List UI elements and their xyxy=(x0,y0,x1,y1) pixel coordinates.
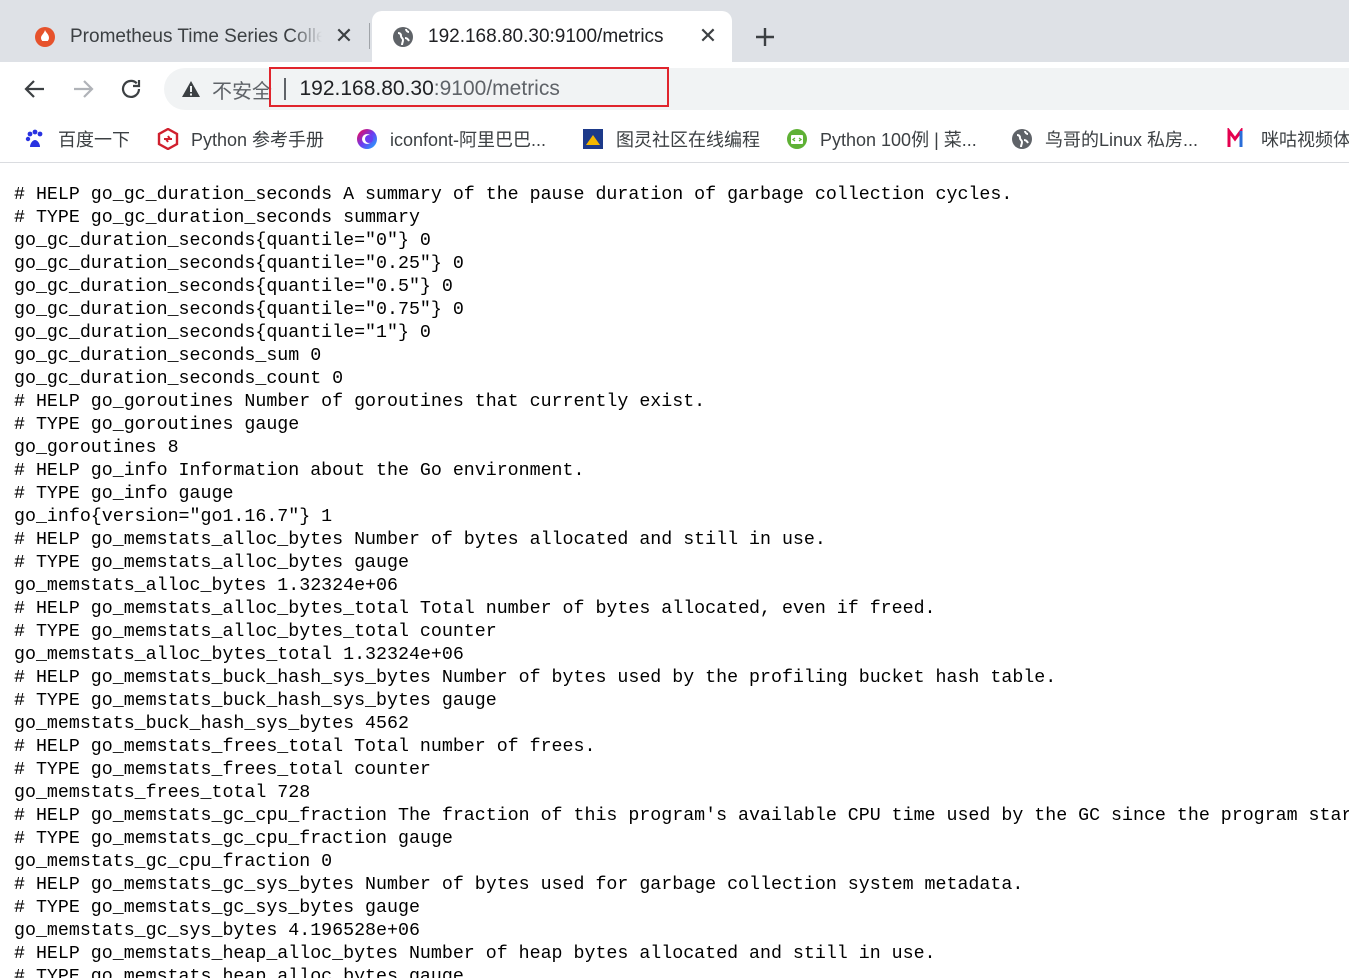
metrics-line: # HELP go_memstats_gc_sys_bytes Number o… xyxy=(14,875,1024,895)
reload-icon xyxy=(121,79,141,98)
metrics-line: go_gc_duration_seconds{quantile="0.25"} … xyxy=(14,254,464,274)
metrics-line: # HELP go_memstats_frees_total Total num… xyxy=(14,737,596,757)
metrics-line: # TYPE go_memstats_frees_total counter xyxy=(14,760,431,780)
bookmark-label: 百度一下 xyxy=(58,130,130,150)
toolbar: 不安全 192.168.80.30:9100/metrics xyxy=(0,62,1349,116)
metrics-line: go_gc_duration_seconds{quantile="0.75"} … xyxy=(14,300,464,320)
metrics-line: # HELP go_memstats_heap_alloc_bytes Numb… xyxy=(14,944,936,964)
url-highlight-annotation xyxy=(269,67,669,107)
metrics-line: # HELP go_memstats_gc_cpu_fraction The f… xyxy=(14,806,1349,826)
warning-triangle-icon[interactable] xyxy=(180,78,202,100)
metrics-text: # HELP go_gc_duration_seconds A summary … xyxy=(14,184,1349,978)
new-tab-button[interactable] xyxy=(748,20,782,54)
prometheus-icon xyxy=(34,26,56,48)
python-doc-icon xyxy=(157,128,179,150)
forward-button[interactable] xyxy=(66,72,100,106)
metrics-line: # TYPE go_memstats_heap_alloc_bytes gaug… xyxy=(14,967,464,978)
runoob-icon xyxy=(786,128,808,150)
metrics-line: # TYPE go_memstats_gc_cpu_fraction gauge xyxy=(14,829,453,849)
metrics-line: # HELP go_info Information about the Go … xyxy=(14,461,585,481)
metrics-line: go_memstats_alloc_bytes 1.32324e+06 xyxy=(14,576,398,596)
back-arrow-icon xyxy=(24,80,44,98)
turing-icon xyxy=(582,128,604,150)
metrics-line: go_memstats_alloc_bytes_total 1.32324e+0… xyxy=(14,645,464,665)
metrics-line: go_gc_duration_seconds{quantile="1"} 0 xyxy=(14,323,431,343)
bookmark-label: iconfont-阿里巴巴... xyxy=(390,130,547,150)
bookmark-turing[interactable]: 图灵社区在线编程 xyxy=(582,124,760,154)
bookmark-label: Python 参考手册 xyxy=(191,130,325,150)
bookmark-label: 图灵社区在线编程 xyxy=(616,130,760,150)
bookmark-label: Python 100例 | 菜... xyxy=(820,130,977,150)
tab-title: Prometheus Time Series Collec xyxy=(70,25,322,47)
baidu-paw-icon xyxy=(24,128,46,150)
metrics-line: # HELP go_memstats_alloc_bytes Number of… xyxy=(14,530,826,550)
metrics-line: go_memstats_gc_cpu_fraction 0 xyxy=(14,852,333,872)
metrics-line: go_gc_duration_seconds_count 0 xyxy=(14,369,344,389)
metrics-line: # HELP go_memstats_alloc_bytes_total Tot… xyxy=(14,599,936,619)
metrics-line: # TYPE go_info gauge xyxy=(14,484,234,504)
migu-icon xyxy=(1227,128,1249,150)
globe-icon xyxy=(392,26,414,48)
tab-prometheus[interactable]: Prometheus Time Series Collec ✕ xyxy=(14,11,368,62)
tab-metrics[interactable]: 192.168.80.30:9100/metrics ✕ xyxy=(372,11,732,62)
bookmark-niaoge-linux[interactable]: 鸟哥的Linux 私房... xyxy=(1011,124,1198,154)
bookmark-runoob[interactable]: Python 100例 | 菜... xyxy=(786,124,977,154)
metrics-line: # HELP go_gc_duration_seconds A summary … xyxy=(14,185,1013,205)
globe-icon xyxy=(1011,128,1033,150)
metrics-line: # TYPE go_goroutines gauge xyxy=(14,415,300,435)
metrics-line: # TYPE go_memstats_buck_hash_sys_bytes g… xyxy=(14,691,497,711)
plus-icon xyxy=(756,28,774,46)
bookmark-baidu[interactable]: 百度一下 xyxy=(24,124,130,154)
close-icon[interactable]: ✕ xyxy=(696,24,720,49)
reload-button[interactable] xyxy=(114,72,148,106)
metrics-line: go_memstats_gc_sys_bytes 4.196528e+06 xyxy=(14,921,420,941)
metrics-line: go_gc_duration_seconds_sum 0 xyxy=(14,346,322,366)
metrics-line: # HELP go_memstats_buck_hash_sys_bytes N… xyxy=(14,668,1057,688)
security-label[interactable]: 不安全 xyxy=(212,75,272,104)
metrics-line: go_memstats_frees_total 728 xyxy=(14,783,311,803)
metrics-line: # HELP go_goroutines Number of goroutine… xyxy=(14,392,706,412)
bookmark-iconfont[interactable]: iconfont-阿里巴巴... xyxy=(356,124,546,154)
metrics-line: go_info{version="go1.16.7"} 1 xyxy=(14,507,333,527)
metrics-line: go_goroutines 8 xyxy=(14,438,179,458)
tab-separator xyxy=(369,23,370,49)
bookmark-label: 咪咕视频体 xyxy=(1261,130,1349,150)
forward-arrow-icon xyxy=(74,80,94,98)
tab-strip: Prometheus Time Series Collec ✕ 192.168.… xyxy=(0,0,1349,62)
back-button[interactable] xyxy=(18,72,52,106)
tab-title: 192.168.80.30:9100/metrics xyxy=(428,25,664,47)
iconfont-icon xyxy=(356,128,378,150)
metrics-page-content: # HELP go_gc_duration_seconds A summary … xyxy=(14,184,1349,978)
metrics-line: # TYPE go_gc_duration_seconds summary xyxy=(14,208,420,228)
metrics-line: # TYPE go_memstats_gc_sys_bytes gauge xyxy=(14,898,420,918)
metrics-line: go_memstats_buck_hash_sys_bytes 4562 xyxy=(14,714,409,734)
metrics-line: go_gc_duration_seconds{quantile="0"} 0 xyxy=(14,231,431,251)
metrics-line: go_gc_duration_seconds{quantile="0.5"} 0 xyxy=(14,277,453,297)
bookmark-python-docs[interactable]: Python 参考手册 xyxy=(157,124,324,154)
metrics-line: # TYPE go_memstats_alloc_bytes_total cou… xyxy=(14,622,497,642)
close-icon[interactable]: ✕ xyxy=(332,24,356,49)
bookmark-label: 鸟哥的Linux 私房... xyxy=(1045,130,1199,150)
bookmark-migu[interactable]: 咪咕视频体 xyxy=(1227,124,1349,154)
metrics-line: # TYPE go_memstats_alloc_bytes gauge xyxy=(14,553,409,573)
bookmarks-bar: 百度一下 Python 参考手册 iconfont-阿里巴巴... 图灵社区在线… xyxy=(0,116,1349,163)
